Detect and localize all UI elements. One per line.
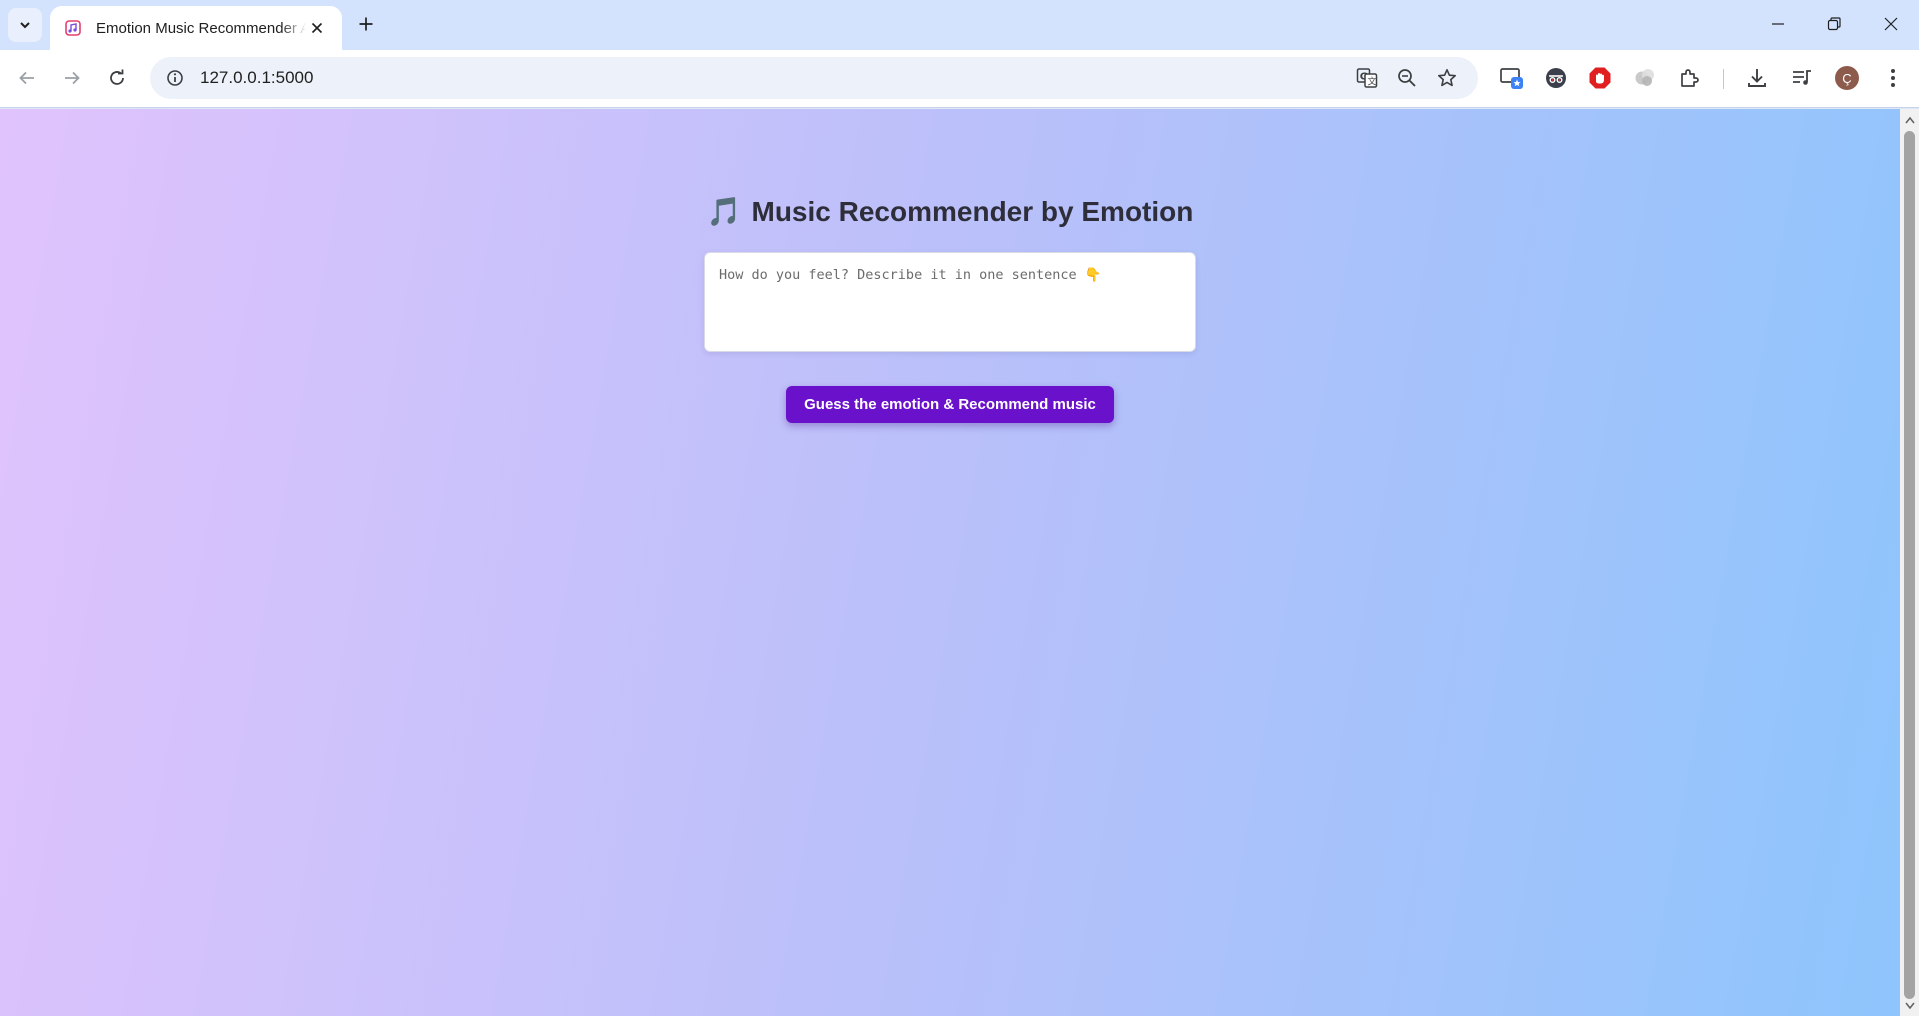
- bookmark-star-icon[interactable]: [1430, 61, 1464, 95]
- restore-icon: [1827, 17, 1841, 31]
- restore-button[interactable]: [1806, 0, 1862, 48]
- recommend-button[interactable]: Guess the emotion & Recommend music: [786, 386, 1114, 423]
- page-title: 🎵 Music Recommender by Emotion: [707, 195, 1194, 228]
- reload-icon: [110, 69, 124, 85]
- avatar: Ç: [1835, 66, 1859, 90]
- site-info-icon[interactable]: [154, 57, 196, 99]
- tab-search-button[interactable]: [8, 8, 42, 42]
- address-bar[interactable]: 127.0.0.1:5000 G文: [150, 57, 1478, 99]
- adblock-extension-icon[interactable]: [1583, 61, 1617, 95]
- arrow-up-icon: [1904, 116, 1915, 123]
- svg-text:文: 文: [1368, 76, 1377, 88]
- scroll-down-arrow[interactable]: [1900, 997, 1919, 1014]
- extensions-puzzle-icon[interactable]: [1673, 61, 1707, 95]
- close-window-icon: [1884, 17, 1898, 31]
- downloads-icon[interactable]: [1740, 61, 1774, 95]
- media-controls-icon[interactable]: [1785, 61, 1819, 95]
- page-title-text: Music Recommender by Emotion: [751, 195, 1194, 227]
- scrollbar-thumb[interactable]: [1904, 131, 1915, 999]
- vertical-scrollbar[interactable]: [1900, 109, 1919, 1016]
- translate-icon[interactable]: G文: [1350, 61, 1384, 95]
- tab-close-button[interactable]: [306, 17, 328, 39]
- music-note-icon: [64, 19, 82, 37]
- zoom-out-icon[interactable]: [1390, 61, 1424, 95]
- minimize-icon: [1772, 23, 1784, 25]
- plus-icon: [359, 17, 373, 31]
- minimize-button[interactable]: [1750, 0, 1806, 48]
- incognito-extension-icon[interactable]: [1539, 61, 1573, 95]
- more-menu-button[interactable]: [1876, 61, 1910, 95]
- page-viewport: 🎵 Music Recommender by Emotion Guess the…: [0, 109, 1900, 1016]
- toolbar-separator: [1723, 69, 1724, 89]
- tab-strip: Emotion Music Recommender AI: [0, 0, 1919, 50]
- browser-toolbar: 127.0.0.1:5000 G文 Ç: [0, 50, 1919, 108]
- music-note-emoji-icon: 🎵: [706, 196, 742, 227]
- tab-title: Emotion Music Recommender AI: [96, 19, 306, 37]
- active-tab[interactable]: Emotion Music Recommender AI: [50, 6, 342, 50]
- new-tab-button[interactable]: [352, 10, 380, 38]
- url-text[interactable]: 127.0.0.1:5000: [200, 68, 313, 88]
- reload-button[interactable]: [100, 61, 134, 95]
- back-button[interactable]: [10, 61, 44, 95]
- chevron-down-icon: [20, 22, 30, 29]
- cast-icon[interactable]: [1495, 61, 1529, 95]
- profile-avatar[interactable]: Ç: [1830, 61, 1864, 95]
- extension-icon[interactable]: [1628, 61, 1662, 95]
- close-icon: [311, 22, 323, 34]
- scroll-up-arrow[interactable]: [1900, 111, 1919, 128]
- forward-icon: [65, 71, 80, 85]
- back-icon: [19, 71, 34, 85]
- more-menu-icon: [1891, 69, 1895, 87]
- close-window-button[interactable]: [1863, 0, 1919, 48]
- forward-button[interactable]: [55, 61, 89, 95]
- arrow-down-icon: [1904, 1002, 1915, 1009]
- app-container: 🎵 Music Recommender by Emotion Guess the…: [0, 109, 1900, 423]
- feeling-input[interactable]: [704, 252, 1196, 352]
